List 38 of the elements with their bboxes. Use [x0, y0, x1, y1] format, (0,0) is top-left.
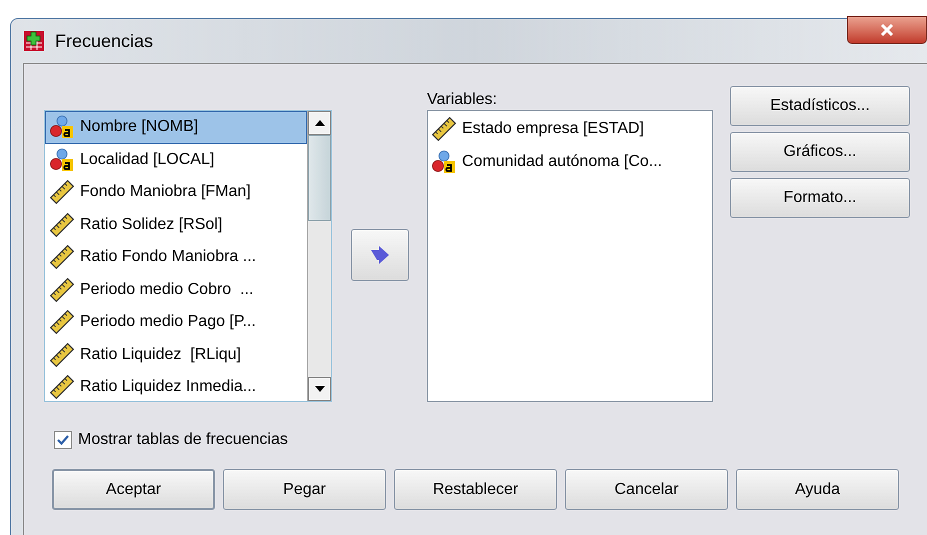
- scrollbar[interactable]: [307, 111, 331, 401]
- variable-list-item[interactable]: Fondo Maniobra [FMan]: [45, 176, 307, 208]
- scroll-up-button[interactable]: [308, 111, 331, 135]
- dialog-button[interactable]: Gráficos...: [730, 132, 910, 172]
- nominal-variable-icon: [50, 148, 74, 172]
- variable-list-item[interactable]: Periodo medio Pago [P...: [45, 306, 307, 338]
- dialog-button[interactable]: Pegar: [223, 469, 386, 510]
- scroll-down-button[interactable]: [308, 377, 331, 401]
- checkbox-label: Mostrar tablas de frecuencias: [78, 430, 288, 450]
- checkbox[interactable]: [54, 431, 72, 449]
- dialog-button[interactable]: Ayuda: [736, 469, 899, 510]
- variable-list-item[interactable]: Periodo medio Cobro ...: [45, 274, 307, 306]
- close-icon: [880, 24, 894, 36]
- variable-list-item[interactable]: Estado empresa [ESTAD]: [428, 113, 712, 146]
- up-arrow-icon: [314, 120, 324, 126]
- dialog-button[interactable]: Cancelar: [565, 469, 728, 510]
- app-icon: [23, 30, 45, 52]
- variable-list-item[interactable]: Nombre [NOMB]: [45, 111, 307, 144]
- dialog-button[interactable]: Estadísticos...: [730, 86, 910, 126]
- dialog-button[interactable]: Formato...: [730, 178, 910, 218]
- right-arrow-icon: [368, 246, 390, 264]
- variable-list-item[interactable]: Localidad [LOCAL]: [45, 144, 307, 176]
- check-icon: [57, 435, 69, 445]
- dialog-button[interactable]: Restablecer: [394, 469, 557, 510]
- variable-list-item[interactable]: Comunidad autónoma [Co...: [428, 146, 712, 178]
- close-button[interactable]: [847, 16, 927, 44]
- dialog-button[interactable]: Aceptar: [52, 469, 215, 510]
- variable-list-item[interactable]: Ratio Liquidez Inmedia...: [45, 371, 307, 401]
- variable-list-item[interactable]: Ratio Fondo Maniobra ...: [45, 241, 307, 274]
- scroll-thumb[interactable]: [308, 135, 331, 221]
- variable-list-item[interactable]: Ratio Liquidez [RLiqu]: [45, 338, 307, 371]
- nominal-variable-icon: [432, 150, 456, 174]
- down-arrow-icon: [314, 386, 324, 392]
- nominal-variable-icon: [50, 115, 74, 140]
- window-title: Frecuencias: [55, 30, 154, 52]
- variable-list-item[interactable]: Ratio Solidez [RSol]: [45, 208, 307, 241]
- move-button[interactable]: [350, 229, 408, 281]
- variables-label: Variables:: [427, 90, 498, 110]
